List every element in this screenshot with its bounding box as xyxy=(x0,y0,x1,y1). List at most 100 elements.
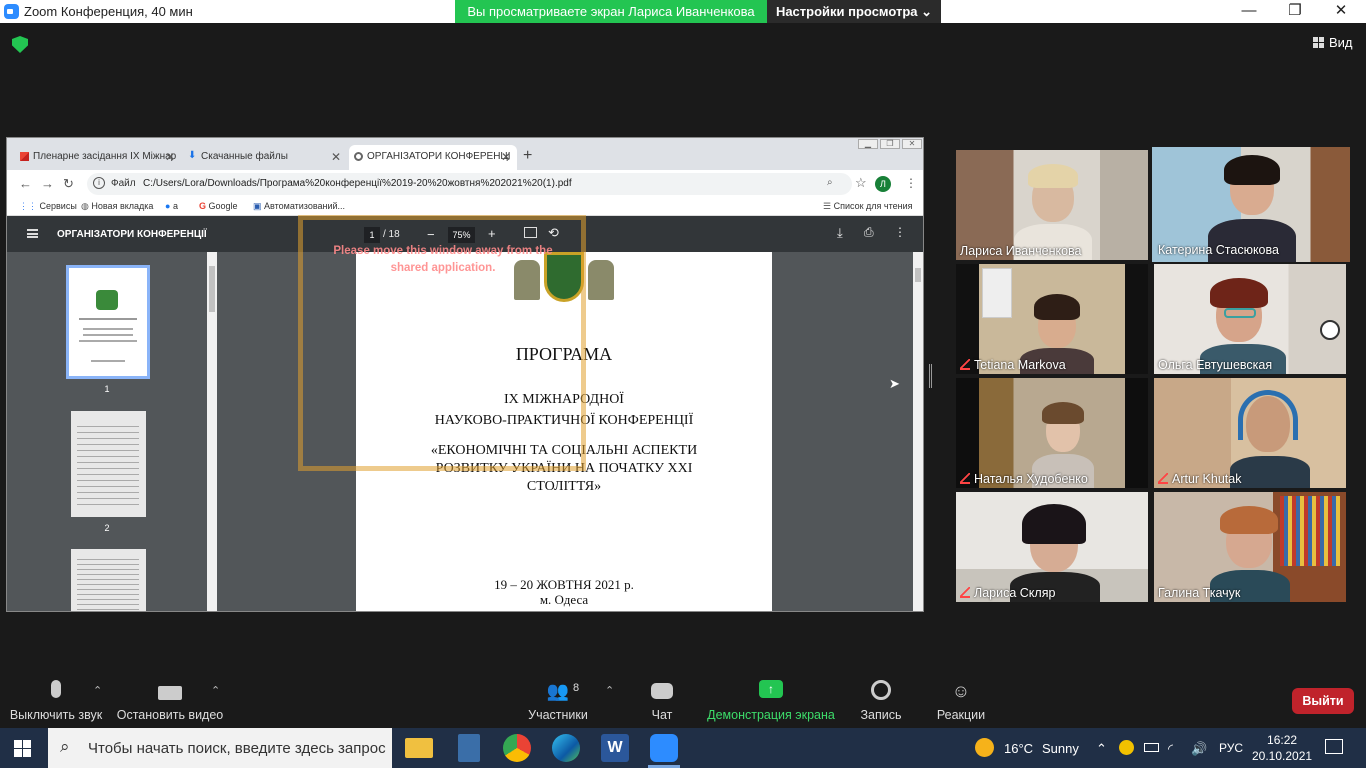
edge-icon[interactable] xyxy=(552,734,580,762)
chrome-icon[interactable] xyxy=(503,734,531,762)
taskbar-search-box[interactable]: ⌕ Чтобы начать поиск, введите здесь запр… xyxy=(48,728,392,768)
participant-tile[interactable]: Лариса Скляр xyxy=(956,492,1148,602)
muted-mic-icon xyxy=(960,587,970,598)
thumbnail-page-3[interactable] xyxy=(71,549,146,611)
bookmark-facebook[interactable]: ● а xyxy=(165,201,178,211)
reading-list-icon: ☰ xyxy=(823,201,832,211)
reactions-button[interactable]: ☺ Реакции xyxy=(934,680,988,722)
share-screen-icon: ↑ xyxy=(759,680,783,698)
participants-count: 8 xyxy=(573,682,580,694)
tray-app-icon[interactable] xyxy=(1119,740,1134,755)
browser-tab-pdf[interactable]: ОРГАНІЗАТОРИ КОНФЕРЕНЦІ ✕ xyxy=(349,145,517,170)
participant-tile[interactable]: Ольга Евтушевская xyxy=(1154,264,1346,374)
new-tab-icon[interactable]: + xyxy=(523,147,532,165)
wifi-icon[interactable]: ◜ xyxy=(1168,741,1173,757)
more-options-icon[interactable]: ⋮ xyxy=(894,225,906,239)
clock[interactable]: 16:22 20.10.2021 xyxy=(1252,732,1312,764)
participant-tile[interactable]: Галина Ткачук xyxy=(1154,492,1346,602)
bookmark-star-icon[interactable]: ☆ xyxy=(855,175,867,191)
url-text[interactable]: C:/Users/Lora/Downloads/Програма%20конфе… xyxy=(143,178,572,189)
weather-temperature[interactable]: 16°C xyxy=(1004,741,1033,756)
participant-tile[interactable]: Наталья Худобенко xyxy=(956,378,1148,488)
word-icon[interactable]: W xyxy=(601,734,629,762)
pdf-scrollbar[interactable] xyxy=(913,252,923,611)
screen-share-banner: Вы просматриваете экран Лариса Иванченко… xyxy=(455,0,767,23)
bookmark-services[interactable]: ⋮⋮ Сервисы xyxy=(19,201,77,212)
browser-close-icon[interactable]: ✕ xyxy=(902,139,922,149)
encryption-shield-icon[interactable] xyxy=(12,36,28,53)
browser-tab-downloads[interactable]: ⬇ Скачанные файлы ✕ xyxy=(183,145,347,170)
windows-taskbar: ⌕ Чтобы начать поиск, введите здесь запр… xyxy=(0,728,1366,768)
thumbnail-page-2[interactable] xyxy=(71,411,146,517)
close-tab-icon[interactable]: ✕ xyxy=(501,150,511,164)
profile-avatar[interactable]: Л xyxy=(875,176,891,192)
participant-tile-active-speaker[interactable]: Катерина Стасюкова xyxy=(1152,147,1350,262)
download-icon[interactable]: ⤓ xyxy=(837,225,843,241)
search-placeholder: Чтобы начать поиск, введите здесь запрос xyxy=(88,740,386,757)
leave-meeting-button[interactable]: Выйти xyxy=(1292,688,1354,714)
browser-omnibar: ← → ↻ i Файл C:/Users/Lora/Downloads/Про… xyxy=(7,170,923,198)
stop-video-button[interactable]: Остановить видео xyxy=(114,680,226,722)
file-explorer-icon[interactable] xyxy=(405,738,433,758)
maximize-icon[interactable]: ❐ xyxy=(1272,0,1318,23)
share-screen-button[interactable]: ↑ Демонстрация экрана xyxy=(706,680,836,722)
participant-name: Ольга Евтушевская xyxy=(1158,358,1273,372)
close-tab-icon[interactable]: ✕ xyxy=(331,150,341,164)
forward-arrow-icon[interactable]: → xyxy=(41,176,54,191)
volume-icon[interactable]: 🔊 xyxy=(1191,741,1207,757)
search-icon: ⌕ xyxy=(60,737,70,756)
browser-minimize-icon[interactable]: ▁ xyxy=(858,139,878,149)
glasses xyxy=(1224,308,1256,318)
clock-time: 16:22 xyxy=(1267,733,1298,747)
battery-icon[interactable] xyxy=(1144,743,1159,752)
reading-list[interactable]: ☰ Список для чтения xyxy=(823,201,913,212)
tab-label: Пленарне засідання IX Міжнар xyxy=(33,151,177,162)
address-bar[interactable]: i Файл C:/Users/Lora/Downloads/Програма%… xyxy=(87,173,867,195)
browser-tab-gmail[interactable]: Пленарне засідання IX Міжнар ✕ xyxy=(15,145,181,170)
bookmark-automated[interactable]: ▣ Автоматизований... xyxy=(253,201,345,212)
participants-options-caret-icon[interactable]: ⌃ xyxy=(605,684,614,697)
view-button[interactable]: Вид xyxy=(1313,35,1353,50)
participants-button[interactable]: 👥 Участники xyxy=(526,680,590,722)
close-icon[interactable]: ✕ xyxy=(1318,0,1364,23)
weather-description[interactable]: Sunny xyxy=(1042,741,1079,756)
browser-menu-icon[interactable]: ⋮ xyxy=(905,176,917,190)
tray-overflow-icon[interactable]: ⌃ xyxy=(1096,741,1107,757)
mute-button[interactable]: Выключить звук xyxy=(8,680,104,722)
scrollbar-thumb[interactable] xyxy=(209,266,215,312)
input-language[interactable]: РУС xyxy=(1219,741,1243,755)
zoom-taskbar-icon[interactable] xyxy=(650,734,678,762)
calculator-icon[interactable] xyxy=(458,734,480,762)
participant-tile[interactable]: Artur Khutak xyxy=(1154,378,1346,488)
translate-icon[interactable]: ⌕ xyxy=(827,177,833,188)
emblem-icon xyxy=(96,290,118,310)
close-tab-icon[interactable]: ✕ xyxy=(165,150,175,164)
windows-start-icon[interactable] xyxy=(14,740,31,757)
grid-icon xyxy=(1313,37,1324,48)
audio-options-caret-icon[interactable]: ⌃ xyxy=(93,684,102,697)
record-button[interactable]: Запись xyxy=(856,680,906,722)
minimize-icon[interactable]: — xyxy=(1226,0,1272,23)
split-view-divider[interactable] xyxy=(929,364,932,388)
thumbnails-scrollbar[interactable] xyxy=(207,252,217,611)
info-icon[interactable]: i xyxy=(93,177,105,189)
bookmark-google[interactable]: G Google xyxy=(199,201,238,211)
chat-button[interactable]: Чат xyxy=(640,680,684,722)
participant-tile[interactable]: Лариса Иванченкова xyxy=(956,150,1148,260)
back-arrow-icon[interactable]: ← xyxy=(19,176,32,191)
reload-icon[interactable]: ↻ xyxy=(63,176,74,192)
scrollbar-thumb[interactable] xyxy=(915,268,921,282)
muted-mic-icon xyxy=(1158,473,1168,484)
apps-grid-icon: ⋮⋮ xyxy=(19,201,37,211)
view-options-dropdown[interactable]: Настройки просмотра ⌄ xyxy=(767,0,941,23)
notifications-icon[interactable] xyxy=(1325,739,1343,754)
participant-tile[interactable]: Tetiana Markova xyxy=(956,264,1148,374)
print-icon[interactable]: ⎙ xyxy=(864,225,874,240)
zoom-window-title: Zoom Конференция, 40 мин xyxy=(24,4,193,19)
sidebar-menu-icon[interactable] xyxy=(27,229,38,238)
thumbnail-page-1[interactable] xyxy=(66,265,150,379)
video-options-caret-icon[interactable]: ⌃ xyxy=(211,684,220,697)
browser-maximize-icon[interactable]: ❐ xyxy=(880,139,900,149)
record-icon xyxy=(871,680,891,700)
bookmark-new-tab[interactable]: ◍ Новая вкладка xyxy=(81,201,153,212)
